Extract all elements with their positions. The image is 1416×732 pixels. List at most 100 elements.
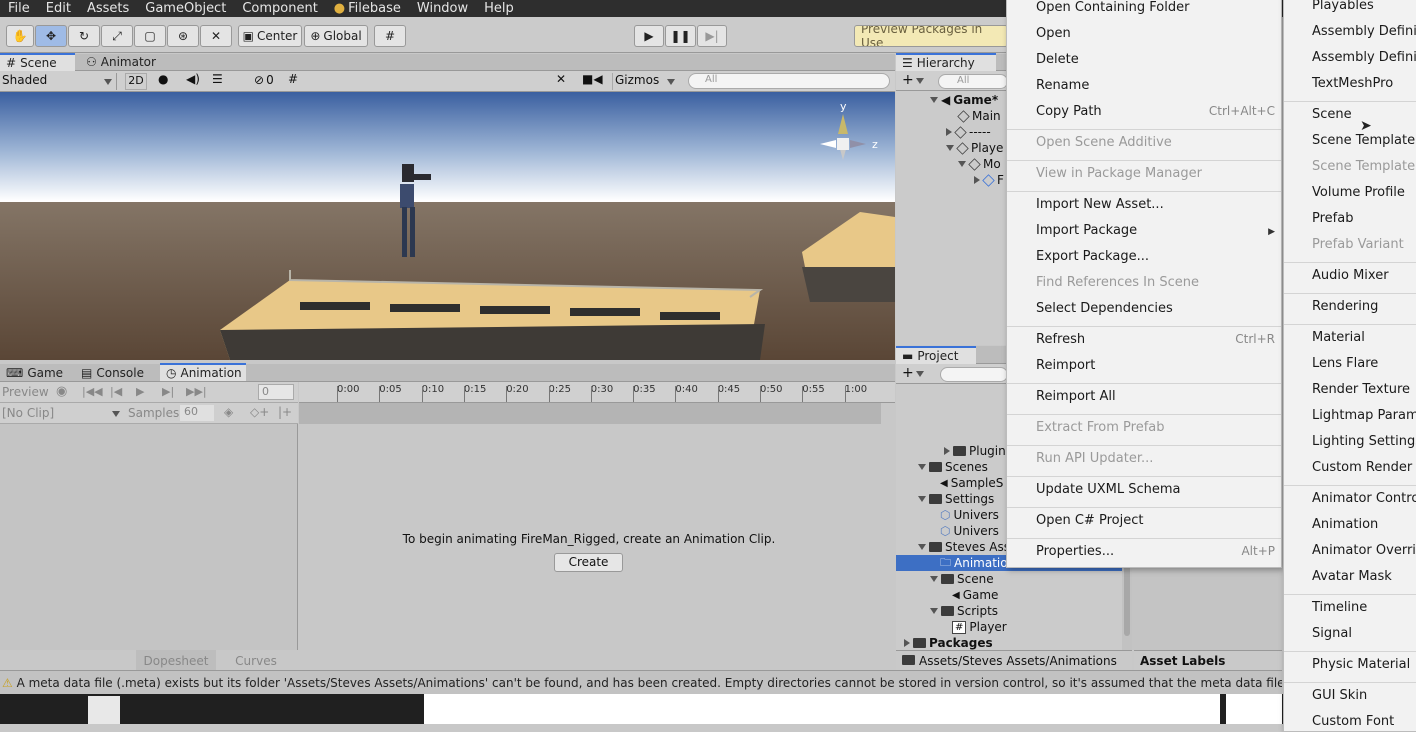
gizmos-dropdown[interactable]: Gizmos: [612, 73, 678, 90]
project-tree-item[interactable]: Scripts: [896, 603, 1122, 619]
next-keyframe-icon[interactable]: ▶|: [162, 385, 174, 398]
project-tree-item[interactable]: Scene: [896, 571, 1122, 587]
status-bar[interactable]: ⚠ A meta data file (.meta) exists but it…: [0, 670, 1282, 694]
submenu-item[interactable]: Lighting Settings: [1312, 434, 1416, 449]
hierarchy-item-fireman[interactable]: F: [974, 173, 1004, 187]
add-event-marker-icon[interactable]: |+: [278, 405, 292, 419]
tab-animation[interactable]: ◷ Animation: [160, 363, 246, 381]
collapse-icon[interactable]: [944, 447, 950, 455]
create-clip-button[interactable]: Create: [554, 553, 623, 572]
context-menu-item[interactable]: Update UXML Schema: [1036, 482, 1281, 497]
scale-tool-button[interactable]: ⤢: [101, 25, 133, 47]
camera-settings-icon[interactable]: ■◀: [582, 72, 603, 86]
taskbar-terminal-icon[interactable]: [88, 696, 120, 724]
submenu-item[interactable]: Physic Material: [1312, 657, 1410, 672]
context-menu-item[interactable]: Reimport: [1036, 358, 1281, 373]
context-menu-item[interactable]: Open Containing Folder: [1036, 0, 1281, 15]
grid-snap-button[interactable]: #: [374, 25, 406, 47]
submenu-item[interactable]: Volume Profile: [1312, 185, 1405, 200]
submenu-item[interactable]: Material: [1312, 330, 1365, 345]
add-keyframe-icon[interactable]: ◈: [224, 405, 233, 419]
shading-mode-dropdown[interactable]: Shaded: [0, 73, 117, 90]
move-tool-button[interactable]: ✥: [35, 25, 67, 47]
effects-toggle-icon[interactable]: ☰: [212, 72, 223, 86]
transform-tool-button[interactable]: ⊛: [167, 25, 199, 47]
rotate-tool-button[interactable]: ↻: [68, 25, 100, 47]
tab-animator[interactable]: ⚇ Animator: [80, 53, 162, 71]
tab-hierarchy[interactable]: ☰ Hierarchy: [896, 53, 996, 71]
scene-search-input[interactable]: All: [688, 73, 890, 89]
expand-icon[interactable]: [918, 544, 926, 550]
play-button[interactable]: ▶: [634, 25, 664, 47]
hierarchy-search-input[interactable]: All: [938, 74, 1008, 89]
submenu-item[interactable]: Lightmap Parame: [1312, 408, 1416, 423]
hierarchy-item-player[interactable]: Playe: [946, 141, 1003, 155]
asset-labels-header[interactable]: Asset Labels: [1134, 650, 1282, 670]
submenu-item[interactable]: TextMeshPro: [1312, 76, 1393, 91]
submenu-item[interactable]: Audio Mixer: [1312, 268, 1389, 283]
timeline-ruler[interactable]: 0:00 0:05 0:10 0:15 0:20 0:25 0:30 0:35 0:40 0:45…: [299, 382, 895, 403]
submenu-item[interactable]: Custom Render Te: [1312, 460, 1416, 475]
context-menu-item[interactable]: Open: [1036, 26, 1281, 41]
context-menu-item[interactable]: Select Dependencies: [1036, 301, 1281, 316]
submenu-item[interactable]: GUI Skin: [1312, 688, 1367, 703]
submenu-item[interactable]: Render Texture: [1312, 382, 1410, 397]
prev-keyframe-icon[interactable]: |◀: [110, 385, 122, 398]
last-keyframe-icon[interactable]: ▶▶|: [186, 385, 207, 398]
menu-gameobject[interactable]: GameObject: [137, 1, 234, 16]
submenu-item[interactable]: Custom Font: [1312, 714, 1394, 729]
menu-filebase[interactable]: ● Filebase: [326, 1, 409, 16]
submenu-item[interactable]: Animator Overrid: [1312, 543, 1416, 558]
scene-viewport[interactable]: y z: [0, 92, 895, 360]
menu-window[interactable]: Window: [409, 1, 476, 16]
expand-icon[interactable]: [930, 608, 938, 614]
menu-help[interactable]: Help: [476, 1, 522, 16]
submenu-item[interactable]: Prefab: [1312, 211, 1353, 226]
project-tree-item[interactable]: # Player: [896, 619, 1122, 635]
submenu-item[interactable]: Animation: [1312, 517, 1378, 532]
hierarchy-scene-root[interactable]: ◀ Game*: [930, 93, 998, 107]
context-menu-item[interactable]: Open C# Project: [1036, 513, 1281, 528]
project-search-input[interactable]: [940, 367, 1008, 382]
clip-select[interactable]: [No Clip]: [0, 406, 122, 422]
samples-input[interactable]: 60: [180, 405, 214, 421]
audio-toggle-icon[interactable]: ◀): [186, 72, 200, 86]
2d-mode-toggle[interactable]: 2D: [125, 73, 147, 90]
grid-toggle-icon[interactable]: #: [288, 72, 298, 86]
menu-assets[interactable]: Assets: [79, 1, 137, 16]
context-menu-item[interactable]: Properties... Alt+P: [1036, 544, 1281, 559]
context-menu-item[interactable]: Import New Asset...: [1036, 197, 1281, 212]
tab-dopesheet[interactable]: Dopesheet: [136, 650, 216, 670]
record-icon[interactable]: ◉: [56, 384, 67, 399]
expand-icon[interactable]: [930, 576, 938, 582]
context-menu-item[interactable]: Reimport All: [1036, 389, 1281, 404]
add-event-icon[interactable]: ◇+: [250, 405, 269, 419]
preview-toggle[interactable]: Preview: [2, 385, 49, 399]
menu-component[interactable]: Component: [234, 1, 325, 16]
expand-icon[interactable]: [918, 496, 926, 502]
custom-tool-button[interactable]: ✕: [200, 25, 232, 47]
submenu-item[interactable]: Timeline: [1312, 600, 1367, 615]
project-tree-item[interactable]: ◀ Game: [896, 587, 1122, 603]
taskbar-window-2[interactable]: [1226, 694, 1282, 724]
collapse-icon[interactable]: [904, 639, 910, 647]
taskbar-window[interactable]: [424, 694, 1220, 724]
hierarchy-item-main[interactable]: Main: [957, 109, 1001, 123]
add-object-button[interactable]: +: [902, 72, 924, 88]
pivot-center-button[interactable]: ▣ Center: [238, 25, 302, 47]
tab-console[interactable]: ▤ Console: [75, 364, 150, 382]
tab-scene[interactable]: # Scene: [0, 53, 75, 71]
context-menu-item[interactable]: Import Package ▶: [1036, 223, 1281, 238]
context-menu-item[interactable]: Copy Path Ctrl+Alt+C: [1036, 104, 1281, 119]
submenu-item[interactable]: Animator Control: [1312, 491, 1416, 506]
tools-settings-icon[interactable]: ✕: [556, 72, 566, 86]
submenu-item[interactable]: Assembly Definiti: [1312, 50, 1416, 65]
tab-project[interactable]: ▬ Project: [896, 346, 976, 364]
submenu-item[interactable]: Assembly Definiti: [1312, 24, 1416, 39]
hand-tool-button[interactable]: ✋: [6, 25, 34, 47]
context-menu-item[interactable]: Export Package...: [1036, 249, 1281, 264]
submenu-item[interactable]: Scene: [1312, 107, 1352, 122]
hierarchy-item-separator[interactable]: -----: [946, 125, 991, 139]
context-menu-item[interactable]: Delete: [1036, 52, 1281, 67]
submenu-item[interactable]: Rendering: [1312, 299, 1378, 314]
